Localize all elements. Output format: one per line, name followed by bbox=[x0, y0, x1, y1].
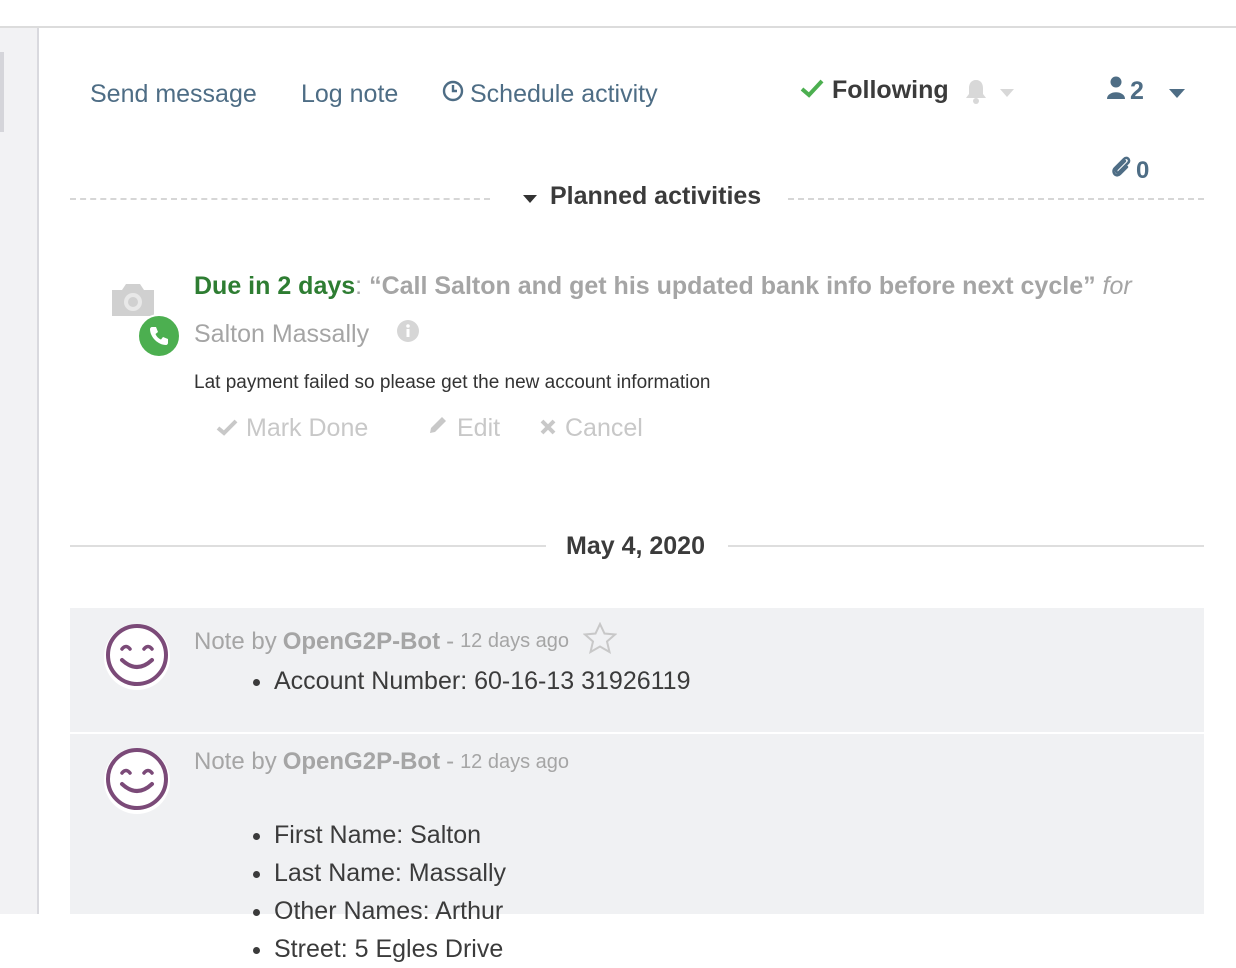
bell-icon bbox=[963, 78, 989, 109]
date-separator-left bbox=[70, 545, 546, 547]
message-list-item: Last Name: Massally bbox=[274, 854, 506, 892]
caret-down-icon bbox=[999, 85, 1015, 103]
pencil-icon bbox=[427, 414, 449, 443]
message-body: First Name: Salton Last Name: Massally O… bbox=[234, 816, 506, 968]
log-note-label: Log note bbox=[301, 80, 399, 108]
form-sheet-scroll-hint bbox=[0, 52, 4, 132]
star-icon[interactable] bbox=[582, 621, 618, 661]
followers-button[interactable]: 2 bbox=[1106, 76, 1144, 107]
activity-for: for bbox=[1102, 272, 1132, 300]
message: Note by OpenG2P-Bot - 12 days ago Accoun… bbox=[70, 608, 1204, 732]
schedule-activity-button[interactable]: Schedule activity bbox=[442, 80, 658, 109]
activity-note: Lat payment failed so please get the new… bbox=[194, 372, 711, 393]
message-list-item: Other Names: Arthur bbox=[274, 892, 506, 930]
follow-button[interactable]: Following bbox=[800, 76, 949, 105]
cancel-activity-button[interactable]: Cancel bbox=[539, 414, 643, 443]
activity-assignee: Salton Massally bbox=[194, 320, 370, 348]
edit-activity-button[interactable]: Edit bbox=[427, 414, 539, 443]
caret-down-icon bbox=[522, 182, 538, 211]
date-separator-right bbox=[728, 545, 1204, 547]
attachments-button[interactable]: 0 bbox=[1110, 154, 1149, 187]
message-header: Note by OpenG2P-Bot - 12 days ago bbox=[194, 748, 569, 776]
schedule-activity-label: Schedule activity bbox=[470, 80, 658, 108]
activity-due: Due in 2 days bbox=[194, 272, 356, 300]
clock-icon bbox=[442, 80, 464, 109]
check-icon bbox=[800, 76, 824, 105]
send-message-button[interactable]: Send message bbox=[90, 80, 257, 109]
message-list-item: First Name: Salton bbox=[274, 816, 506, 854]
user-icon bbox=[1106, 76, 1126, 107]
planned-activities-toggle[interactable]: Planned activities bbox=[522, 182, 761, 211]
mark-done-button[interactable]: Mark Done bbox=[216, 414, 427, 443]
planned-separator-right bbox=[788, 198, 1204, 200]
phone-icon bbox=[137, 314, 181, 363]
author-avatar[interactable] bbox=[104, 746, 170, 817]
cancel-label: Cancel bbox=[565, 414, 643, 442]
log-note-button[interactable]: Log note bbox=[301, 80, 398, 109]
author-avatar[interactable] bbox=[104, 622, 170, 693]
activity-headline: Due in 2 days: “Call Salton and get his … bbox=[194, 272, 1132, 300]
message-prefix: Note by bbox=[194, 748, 277, 775]
smiley-avatar-icon bbox=[104, 746, 170, 817]
message-prefix: Note by bbox=[194, 627, 277, 655]
planned-separator-left bbox=[70, 198, 490, 200]
following-label: Following bbox=[832, 76, 949, 104]
form-sheet-edge bbox=[0, 28, 39, 914]
mark-done-label: Mark Done bbox=[246, 414, 369, 442]
times-icon bbox=[539, 414, 557, 443]
message-dash: - bbox=[446, 748, 455, 775]
chatter-panel: Send message Log note Schedule activity … bbox=[70, 28, 1204, 963]
followers-caret-icon[interactable] bbox=[1168, 86, 1186, 104]
info-icon[interactable] bbox=[397, 320, 420, 349]
message-date: 12 days ago bbox=[460, 630, 570, 652]
activity-actions: Mark Done Edit Cancel bbox=[216, 414, 643, 443]
message-list-item: Account Number: 60-16-13 31926119 bbox=[274, 662, 690, 700]
subtype-dropdown[interactable] bbox=[963, 78, 1015, 109]
message-list-item: Street: 5 Egles Drive bbox=[274, 930, 506, 968]
message-author[interactable]: OpenG2P-Bot bbox=[283, 628, 440, 656]
message-body: Account Number: 60-16-13 31926119 bbox=[234, 662, 690, 700]
attachments-count: 0 bbox=[1136, 156, 1150, 184]
message-author[interactable]: OpenG2P-Bot bbox=[283, 748, 440, 776]
check-icon bbox=[216, 414, 238, 443]
followers-count: 2 bbox=[1130, 77, 1144, 105]
smiley-avatar-icon bbox=[104, 622, 170, 693]
send-message-label: Send message bbox=[90, 80, 257, 108]
activity-summary: “Call Salton and get his updated bank in… bbox=[369, 272, 1096, 300]
paperclip-icon bbox=[1110, 154, 1132, 187]
activity-avatar bbox=[108, 280, 181, 363]
edit-label: Edit bbox=[457, 414, 501, 442]
message-date: 12 days ago bbox=[460, 750, 570, 773]
message-dash: - bbox=[446, 627, 455, 655]
activity-assignee-row: Salton Massally bbox=[194, 320, 420, 349]
planned-activities-title: Planned activities bbox=[550, 182, 762, 210]
message: Note by OpenG2P-Bot - 12 days ago First … bbox=[70, 734, 1204, 963]
date-separator-label: May 4, 2020 bbox=[566, 532, 705, 560]
message-header: Note by OpenG2P-Bot - 12 days ago bbox=[194, 621, 618, 661]
